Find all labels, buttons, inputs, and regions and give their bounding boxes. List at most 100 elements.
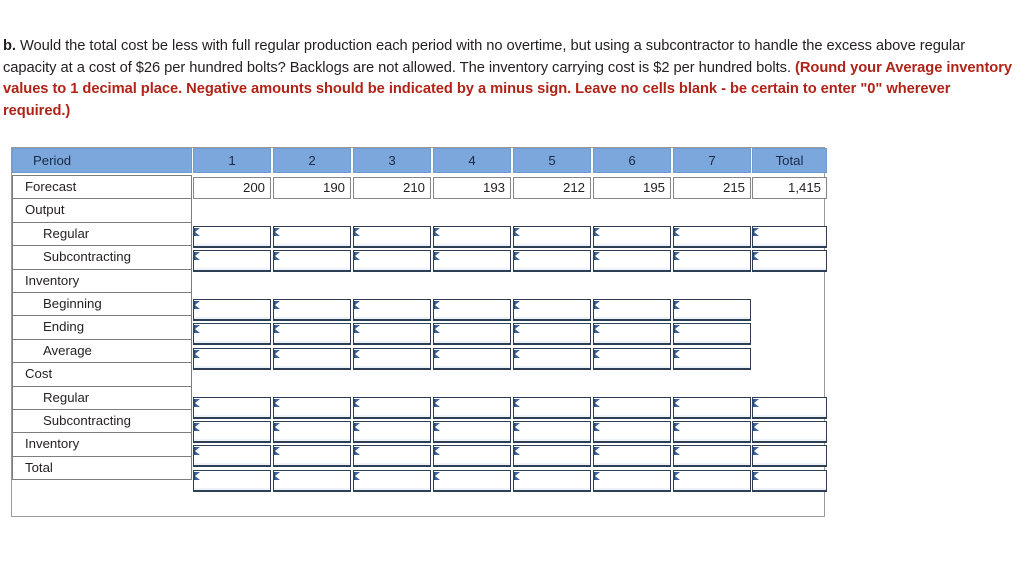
inventory-average-period-2[interactable] <box>273 347 351 370</box>
cost-total-period-3[interactable] <box>353 469 431 492</box>
cell-marker-icon <box>433 325 440 334</box>
output-regular-period-5[interactable] <box>513 225 591 248</box>
cell-marker-icon <box>593 252 600 261</box>
cell-marker-icon <box>273 471 280 480</box>
cell-marker-icon <box>353 301 360 309</box>
cost-inventory-period-7[interactable] <box>673 445 751 468</box>
cost-inventory-period-6[interactable] <box>593 445 671 468</box>
cell-marker-icon <box>513 301 520 309</box>
cell-marker-icon <box>513 227 520 236</box>
cell-marker-icon <box>433 252 440 261</box>
inventory-average-period-6[interactable] <box>593 347 671 370</box>
cell-marker-icon <box>273 252 280 261</box>
row-label-beginning-5: Beginning <box>12 291 192 317</box>
inventory-beginning-period-2[interactable] <box>273 299 351 321</box>
cost-subcontracting-period-7[interactable] <box>673 421 751 443</box>
cost-total-period-1[interactable] <box>193 469 271 492</box>
cost-inventory-period-3[interactable] <box>353 445 431 468</box>
cost-subcontracting-period-3[interactable] <box>353 421 431 443</box>
output-regular-period-7[interactable] <box>673 225 751 248</box>
cost-total-period-7[interactable] <box>673 469 751 492</box>
cost-total-total[interactable] <box>752 469 827 492</box>
output-subcontracting-period-4[interactable] <box>433 250 511 273</box>
cell-marker-icon <box>433 447 440 456</box>
cost-subcontracting-period-4[interactable] <box>433 421 511 443</box>
row-label-ending-6: Ending <box>12 315 192 340</box>
output-subcontracting-period-3[interactable] <box>353 250 431 273</box>
cell-marker-icon <box>193 349 200 358</box>
cost-regular-period-7[interactable] <box>673 396 751 419</box>
cost-subcontracting-total[interactable] <box>752 421 827 443</box>
cost-total-period-5[interactable] <box>513 469 591 492</box>
inventory-beginning-period-4[interactable] <box>433 299 511 321</box>
inventory-ending-period-2[interactable] <box>273 323 351 346</box>
output-regular-period-6[interactable] <box>593 225 671 248</box>
cost-regular-period-6[interactable] <box>593 396 671 419</box>
output-subcontracting-total[interactable] <box>752 250 827 273</box>
output-regular-period-4[interactable] <box>433 225 511 248</box>
cell-marker-icon <box>353 398 360 407</box>
inventory-average-period-3[interactable] <box>353 347 431 370</box>
cell-marker-icon <box>752 398 759 407</box>
output-subcontracting-period-6[interactable] <box>593 250 671 273</box>
cost-regular-period-2[interactable] <box>273 396 351 419</box>
cost-regular-period-3[interactable] <box>353 396 431 419</box>
cost-inventory-period-4[interactable] <box>433 445 511 468</box>
cost-inventory-period-1[interactable] <box>193 445 271 468</box>
inventory-ending-period-6[interactable] <box>593 323 671 346</box>
output-subcontracting-period-2[interactable] <box>273 250 351 273</box>
row-label-total-12: Total <box>12 455 192 481</box>
output-subcontracting-period-1[interactable] <box>193 250 271 273</box>
inventory-average-period-7[interactable] <box>673 347 751 370</box>
inventory-beginning-period-5[interactable] <box>513 299 591 321</box>
cell-marker-icon <box>273 227 280 236</box>
inventory-beginning-period-1[interactable] <box>193 299 271 321</box>
cell-marker-icon <box>513 471 520 480</box>
row-label-output-1: Output <box>12 198 192 223</box>
cost-subcontracting-period-5[interactable] <box>513 421 591 443</box>
cost-inventory-period-2[interactable] <box>273 445 351 468</box>
inventory-average-period-1[interactable] <box>193 347 271 370</box>
inventory-ending-period-3[interactable] <box>353 323 431 346</box>
cost-regular-period-1[interactable] <box>193 396 271 419</box>
inventory-ending-period-7[interactable] <box>673 323 751 346</box>
cost-regular-period-4[interactable] <box>433 396 511 419</box>
output-subcontracting-period-5[interactable] <box>513 250 591 273</box>
cell-marker-icon <box>193 252 200 261</box>
row-label-inventory-4: Inventory <box>12 268 192 293</box>
cell-marker-icon <box>752 471 759 480</box>
cost-total-period-2[interactable] <box>273 469 351 492</box>
period-header-5: 5 <box>513 148 591 173</box>
inventory-ending-period-1[interactable] <box>193 323 271 346</box>
output-regular-period-1[interactable] <box>193 225 271 248</box>
inventory-average-period-5[interactable] <box>513 347 591 370</box>
inventory-beginning-period-6[interactable] <box>593 299 671 321</box>
question-text: b. Would the total cost be less with ful… <box>3 36 1019 122</box>
cell-marker-icon <box>593 447 600 456</box>
cell-marker-icon <box>673 471 680 480</box>
row-label-forecast-0: Forecast <box>12 175 192 200</box>
output-subcontracting-period-7[interactable] <box>673 250 751 273</box>
inventory-ending-period-5[interactable] <box>513 323 591 346</box>
output-regular-total[interactable] <box>752 225 827 248</box>
row-label-subcontracting-10: Subcontracting <box>12 408 192 434</box>
output-regular-period-3[interactable] <box>353 225 431 248</box>
cost-subcontracting-period-1[interactable] <box>193 421 271 443</box>
period-corner-header: Period <box>12 148 192 173</box>
inventory-beginning-period-3[interactable] <box>353 299 431 321</box>
forecast-value-period-7: 215 <box>673 177 751 199</box>
inventory-ending-period-4[interactable] <box>433 323 511 346</box>
cost-total-period-6[interactable] <box>593 469 671 492</box>
cost-total-period-4[interactable] <box>433 469 511 492</box>
cost-regular-period-5[interactable] <box>513 396 591 419</box>
inventory-beginning-period-7[interactable] <box>673 299 751 321</box>
cell-marker-icon <box>193 301 200 309</box>
cost-subcontracting-period-6[interactable] <box>593 421 671 443</box>
cost-inventory-total[interactable] <box>752 445 827 468</box>
output-regular-period-2[interactable] <box>273 225 351 248</box>
cost-subcontracting-period-2[interactable] <box>273 421 351 443</box>
cost-inventory-period-5[interactable] <box>513 445 591 468</box>
cost-regular-total[interactable] <box>752 396 827 419</box>
forecast-value-period-6: 195 <box>593 177 671 199</box>
inventory-average-period-4[interactable] <box>433 347 511 370</box>
